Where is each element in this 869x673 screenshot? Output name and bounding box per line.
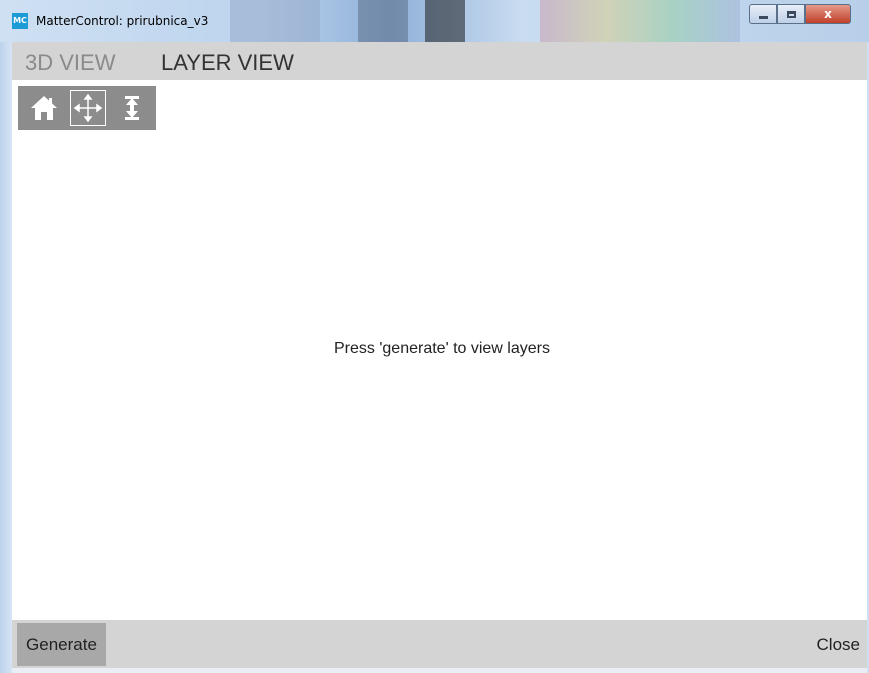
background-blur [230, 0, 320, 42]
tab-layer-view[interactable]: LAYER VIEW [161, 50, 294, 76]
maximize-icon [786, 10, 796, 18]
generate-hint-message: Press 'generate' to view layers [334, 340, 550, 357]
minimize-button[interactable] [749, 4, 777, 24]
home-icon [31, 96, 57, 120]
window-frame-bottom [12, 668, 867, 673]
window-controls: x [749, 4, 851, 24]
move-view-button[interactable] [70, 90, 106, 126]
home-view-button[interactable] [26, 90, 62, 126]
background-blur [358, 0, 408, 42]
maximize-button[interactable] [777, 4, 805, 24]
view-controls-toolbar [18, 86, 156, 130]
layer-viewport[interactable]: Press 'generate' to view layers [12, 80, 867, 620]
minimize-icon [758, 15, 768, 19]
background-blur [540, 0, 740, 42]
move-arrows-icon [73, 93, 103, 123]
window-title: MatterControl: prirubnica_v3 [36, 14, 209, 28]
zoom-view-button[interactable] [114, 90, 150, 126]
background-blur [425, 0, 465, 42]
view-tab-bar: 3D VIEW LAYER VIEW [12, 42, 867, 80]
title-bar[interactable]: MC MatterControl: prirubnica_v3 x [0, 0, 869, 42]
close-icon: x [824, 7, 832, 21]
zoom-updown-icon [125, 96, 139, 120]
close-button[interactable]: Close [817, 623, 860, 666]
window-frame-left [0, 42, 12, 673]
bottom-action-bar: Generate Close [12, 620, 867, 668]
matter-control-window: MC MatterControl: prirubnica_v3 x 3D VIE… [0, 0, 869, 673]
window-close-button[interactable]: x [805, 4, 851, 24]
generate-button[interactable]: Generate [17, 623, 106, 666]
matter-control-logo-icon: MC [12, 13, 28, 29]
tab-3d-view[interactable]: 3D VIEW [25, 50, 115, 76]
